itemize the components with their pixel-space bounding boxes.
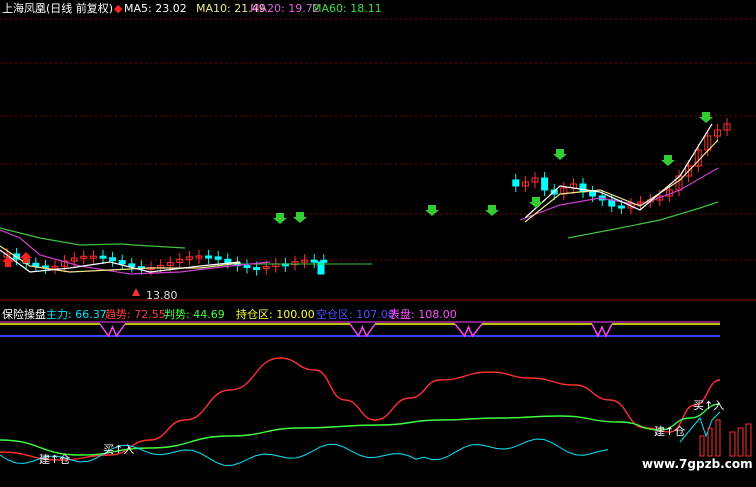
- stock-title: 上海凤凰(日线 前复权): [2, 2, 114, 15]
- signal-bar: [707, 427, 713, 457]
- candle: [589, 191, 597, 197]
- signal-bar: [699, 435, 705, 457]
- zhuli-label: 主力: 66.37: [46, 308, 107, 321]
- buy-arrow-icon: [20, 252, 32, 263]
- down-diamond-icon: ◆: [114, 2, 123, 15]
- candle: [99, 255, 107, 259]
- candle: [310, 259, 318, 263]
- candle: [32, 262, 40, 267]
- watermark: www.7gpzb.com: [642, 457, 753, 471]
- candle: [512, 179, 520, 187]
- sell-arrow-icon: [273, 213, 287, 224]
- low-price-label: 13.80: [146, 289, 178, 302]
- candle: [205, 255, 213, 259]
- qushi-label: 趋势: 72.55: [105, 308, 166, 321]
- candle: [253, 267, 261, 271]
- candle: [118, 260, 126, 265]
- switch-marker: [591, 323, 613, 338]
- signal-bar: [729, 431, 736, 457]
- signal-buy-2: 买↑入: [693, 399, 725, 412]
- buy-arrow-icon: [2, 256, 14, 267]
- signal-build-2: 建↑仓: [654, 425, 686, 438]
- candle: [214, 256, 222, 260]
- ma5-line: [524, 123, 713, 219]
- stock-chart[interactable]: [0, 0, 756, 487]
- indicator-name: 保险操盘: [2, 308, 46, 321]
- candle: [243, 265, 251, 269]
- candle: [617, 205, 625, 209]
- low-marker-icon: [132, 288, 140, 296]
- signal-build-1: 建↑仓: [39, 453, 71, 466]
- candle: [579, 183, 587, 193]
- candle: [224, 258, 232, 264]
- panshi-label: 判势: 44.69: [164, 308, 225, 321]
- signal-bar: [737, 427, 744, 457]
- candle: [109, 257, 117, 262]
- sell-arrow-icon: [661, 155, 675, 166]
- switch-marker: [349, 323, 376, 338]
- ma60-label: MA60: 18.11: [312, 2, 382, 15]
- chicang-label: 持仓区: 100.00: [236, 308, 315, 321]
- candle: [541, 177, 549, 191]
- sell-arrow-icon: [553, 149, 567, 160]
- ma20-label: MA20: 19.72: [250, 2, 320, 15]
- switch-marker: [454, 323, 483, 338]
- candle: [128, 263, 136, 268]
- biaopan-label: 表盘: 108.00: [389, 308, 457, 321]
- signal-bar: [715, 419, 721, 457]
- ma5-label: MA5: 23.02: [124, 2, 187, 15]
- signal-bar: [745, 423, 752, 457]
- zhuli-line: [0, 438, 609, 466]
- sell-arrow-icon: [529, 197, 543, 208]
- sell-arrow-icon: [699, 112, 713, 123]
- kongcang-label: 空仓区: 107.00: [316, 308, 395, 321]
- switch-marker: [99, 323, 126, 338]
- signal-buy-1: 买↑入: [103, 443, 135, 456]
